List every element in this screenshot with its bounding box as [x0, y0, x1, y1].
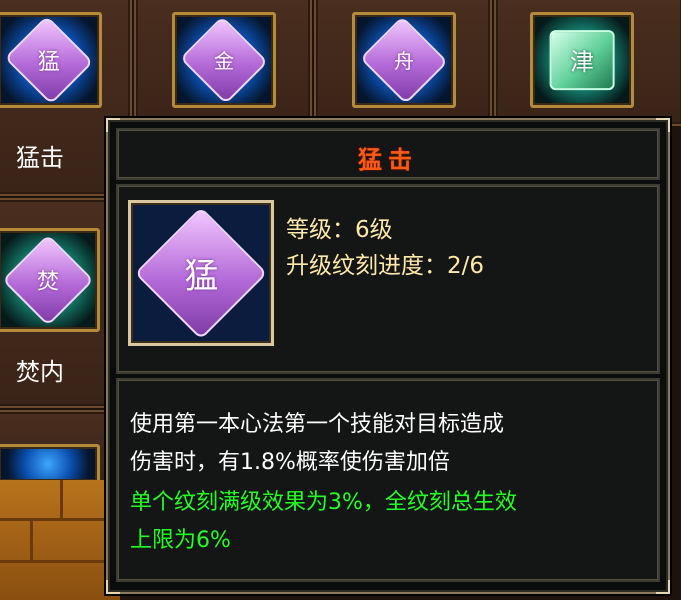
- skill-gem-icon: 猛: [4, 15, 94, 105]
- skill-description-line: 使用第一本心法第一个技能对目标造成: [130, 412, 505, 437]
- skill-gem-icon: 津: [549, 30, 615, 90]
- skill-name-label: 猛击: [16, 144, 64, 172]
- floor-texture: [0, 480, 120, 600]
- skill-slot-icon[interactable]: 焚: [0, 228, 100, 332]
- skill-name-label: 焚内: [16, 358, 64, 386]
- corner-ornament: [106, 580, 120, 594]
- skill-slot-icon[interactable]: [0, 444, 100, 484]
- engrave-progress-text: 升级纹刻进度：2/6: [286, 253, 485, 279]
- skill-large-icon: 猛: [128, 200, 274, 346]
- skill-gem-icon: 焚: [2, 234, 94, 326]
- skill-slot-icon[interactable]: 猛: [0, 12, 102, 108]
- skill-slot-icon[interactable]: 津: [530, 12, 634, 108]
- skill-gem-icon: 舟: [359, 15, 449, 105]
- skill-tooltip: 猛击 猛 等级：6级 升级纹刻进度：2/6 使用第一本心法第一个技能对目标造成 …: [106, 118, 670, 594]
- engrave-bonus-line: 上限为6%: [130, 528, 231, 553]
- skill-level-text: 等级：6级: [286, 217, 393, 243]
- skill-slot-icon[interactable]: 金: [172, 12, 276, 108]
- tooltip-title: 猛击: [358, 146, 418, 174]
- skill-slot-icon[interactable]: 舟: [352, 12, 456, 108]
- corner-ornament: [656, 580, 670, 594]
- skill-gem-icon: 金: [179, 15, 269, 105]
- tooltip-info-panel: 猛 等级：6级 升级纹刻进度：2/6: [116, 184, 660, 374]
- tooltip-header: 猛击: [116, 128, 660, 180]
- skill-gem-icon: 猛: [134, 206, 268, 340]
- engrave-bonus-line: 单个纹刻满级效果为3%，全纹刻总生效: [130, 490, 517, 515]
- skill-description-line: 伤害时，有1.8%概率使伤害加倍: [130, 450, 450, 475]
- tooltip-description-panel: 使用第一本心法第一个技能对目标造成 伤害时，有1.8%概率使伤害加倍 单个纹刻满…: [116, 378, 660, 582]
